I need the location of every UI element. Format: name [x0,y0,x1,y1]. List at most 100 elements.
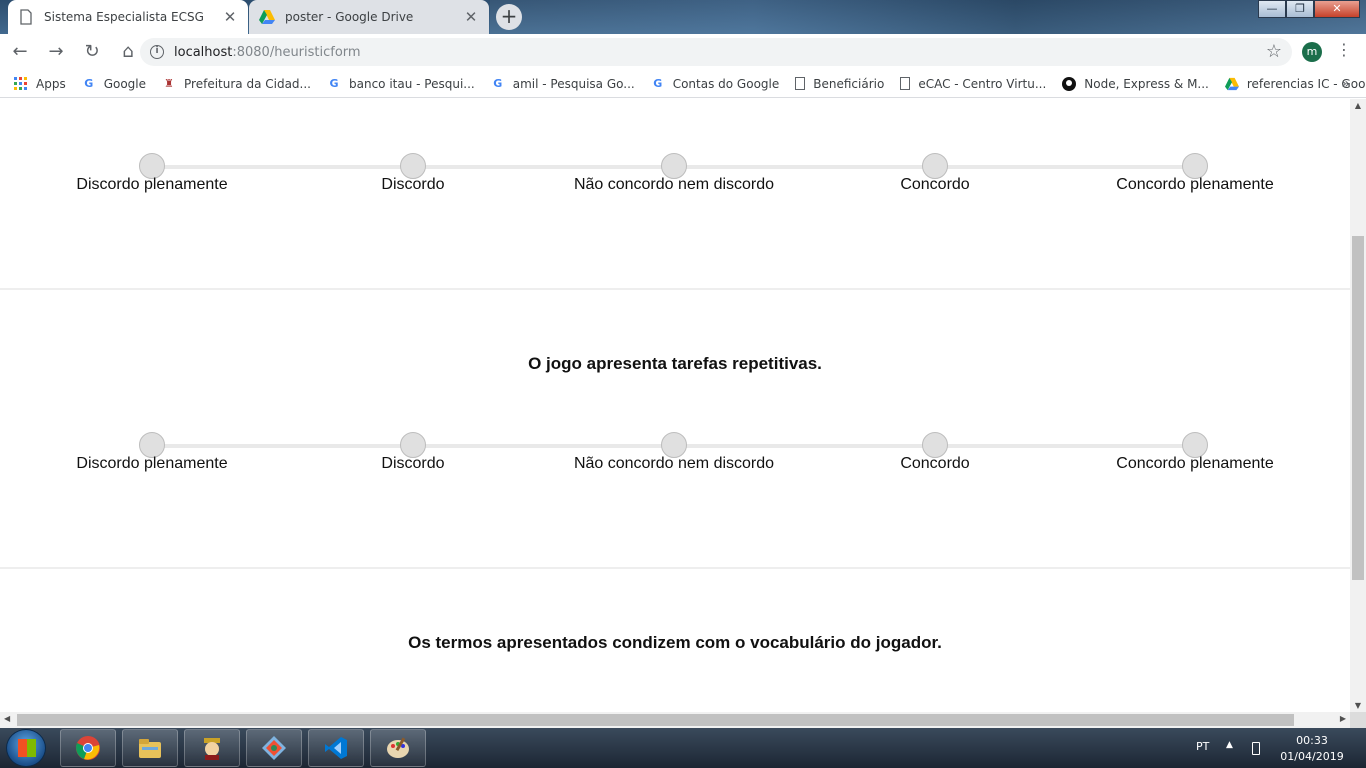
question-title: Os termos apresentados condizem com o vo… [408,633,942,652]
taskbar-git[interactable] [246,729,302,767]
minimize-button[interactable]: — [1258,0,1286,18]
option-neutro[interactable]: Não concordo nem discordo [564,432,784,473]
option-concordo[interactable]: Concordo [825,432,1045,473]
tab-title: Sistema Especialista ECSG [44,10,204,24]
bookmark-google[interactable]: G Google [82,77,146,91]
vertical-scroll-thumb[interactable] [1352,236,1364,580]
scroll-right-arrow-icon[interactable]: ▶ [1340,714,1346,723]
option-label: Discordo [381,176,445,193]
google-icon: G [653,76,663,90]
bookmark-label: eCAC - Centro Virtu... [918,76,1047,91]
google-icon: G [493,76,503,90]
show-hidden-icons-icon[interactable]: ▲ [1226,740,1233,750]
windows-taskbar [0,728,1366,768]
option-label: Não concordo nem discordo [573,455,775,472]
bookmark-label: Google [103,76,147,91]
maximize-button[interactable]: ❐ [1286,0,1314,18]
tab-title: poster - Google Drive [285,10,414,24]
window-close-button[interactable]: ✕ [1314,0,1360,18]
close-icon[interactable]: ✕ [222,8,238,26]
bookmark-label: Contas do Google [672,76,780,91]
language-indicator[interactable]: PT [1196,740,1209,753]
bookmark-banco-itau[interactable]: G banco itau - Pesqui... [327,76,474,91]
google-drive-icon [1224,77,1239,90]
horizontal-scroll-thumb[interactable] [17,714,1294,726]
chrome-icon [76,736,100,760]
tab-sistema-especialista[interactable]: Sistema Especialista ECSG ✕ [8,0,248,34]
bookmark-beneficiario[interactable]: Beneficiário [795,77,884,91]
option-label: Discordo plenamente [76,455,228,472]
info-icon[interactable]: i [150,45,164,59]
browser-toolbar: ← → ↻ ⌂ i localhost:8080/heuristicform ☆ [0,34,1366,70]
forward-arrow-icon[interactable]: → [40,36,72,68]
bookmark-label: amil - Pesquisa Go... [512,76,635,91]
divider [0,288,1350,290]
tab-poster-google-drive[interactable]: poster - Google Drive ✕ [249,0,489,34]
profile-avatar[interactable]: m [1302,42,1322,62]
github-icon [1062,76,1077,91]
scroll-down-arrow-icon[interactable]: ▼ [1350,701,1366,710]
option-label: Não concordo nem discordo [573,176,775,193]
option-neutro[interactable]: Não concordo nem discordo [564,153,784,194]
option-concordo[interactable]: Concordo [825,153,1045,194]
bookmark-node-express[interactable]: Node, Express & M... [1062,76,1209,91]
apps-grid-icon [14,76,27,90]
taskbar-game[interactable] [184,729,240,767]
option-discordo-plenamente[interactable]: Discordo plenamente [42,432,262,473]
document-icon [900,77,911,90]
bookmarks-overflow-button[interactable]: » [1341,76,1350,92]
game-icon [204,738,220,760]
option-concordo-plenamente[interactable]: Concordo plenamente [1085,432,1305,473]
option-label: Concordo plenamente [1116,455,1274,472]
bookmark-star-icon[interactable]: ☆ [1266,41,1282,62]
taskbar-vscode[interactable] [308,729,364,767]
bookmark-contas-google[interactable]: G Contas do Google [651,76,780,91]
option-concordo-plenamente[interactable]: Concordo plenamente [1085,153,1305,194]
bookmark-label: Apps [36,76,66,91]
close-icon[interactable]: ✕ [463,8,479,26]
google-icon: G [329,76,339,90]
new-tab-button[interactable]: + [496,4,522,30]
question-title: O jogo apresenta tarefas repetitivas. [528,354,822,373]
option-label: Concordo [900,176,970,193]
taskbar-file-explorer[interactable] [122,729,178,767]
bookmark-apps[interactable]: Apps [14,76,66,91]
windows-logo-icon [18,739,36,757]
back-arrow-icon[interactable]: ← [4,36,36,68]
taskbar-paint[interactable] [370,729,426,767]
option-label: Concordo plenamente [1116,176,1274,193]
taskbar-chrome[interactable] [60,729,116,767]
bookmarks-bar: Apps G Google ♜ Prefeitura da Cidad... G… [0,70,1366,98]
bookmark-label: Beneficiário [813,76,885,91]
scroll-left-arrow-icon[interactable]: ◀ [4,714,10,723]
url-path: :8080/heuristicform [232,44,361,60]
divider [0,567,1350,569]
page-content: Discordo plenamente Discordo Não concord… [0,99,1350,712]
clock-time: 00:33 [1296,734,1328,747]
option-label: Discordo [381,455,445,472]
option-discordo[interactable]: Discordo [303,432,523,473]
bookmark-label: Node, Express & M... [1084,76,1209,91]
bookmark-prefeitura[interactable]: ♜ Prefeitura da Cidad... [162,77,311,91]
git-icon [262,736,286,760]
bookmark-ecac[interactable]: eCAC - Centro Virtu... [900,77,1046,91]
paint-icon [387,737,409,758]
option-discordo-plenamente[interactable]: Discordo plenamente [42,153,262,194]
google-icon: G [84,76,94,90]
option-discordo[interactable]: Discordo [303,153,523,194]
option-label: Discordo plenamente [76,176,228,193]
vertical-scrollbar[interactable]: ▲ ▼ [1350,99,1366,712]
google-drive-icon [259,10,275,24]
horizontal-scrollbar[interactable]: ◀ ▶ [0,712,1350,728]
bookmark-amil[interactable]: G amil - Pesquisa Go... [491,76,635,91]
prefeitura-icon: ♜ [164,76,174,90]
url-host: localhost [174,44,233,60]
reload-icon[interactable]: ↻ [76,36,108,68]
start-button[interactable] [6,729,46,767]
battery-icon[interactable] [1252,742,1260,755]
scroll-up-arrow-icon[interactable]: ▲ [1350,101,1366,110]
system-clock[interactable]: 00:33 01/04/2019 [1272,733,1352,765]
more-menu-icon[interactable]: ⋮ [1336,40,1352,59]
likert-scale: Discordo plenamente Discordo Não concord… [0,153,1350,203]
address-bar[interactable]: i localhost:8080/heuristicform ☆ [140,38,1292,66]
